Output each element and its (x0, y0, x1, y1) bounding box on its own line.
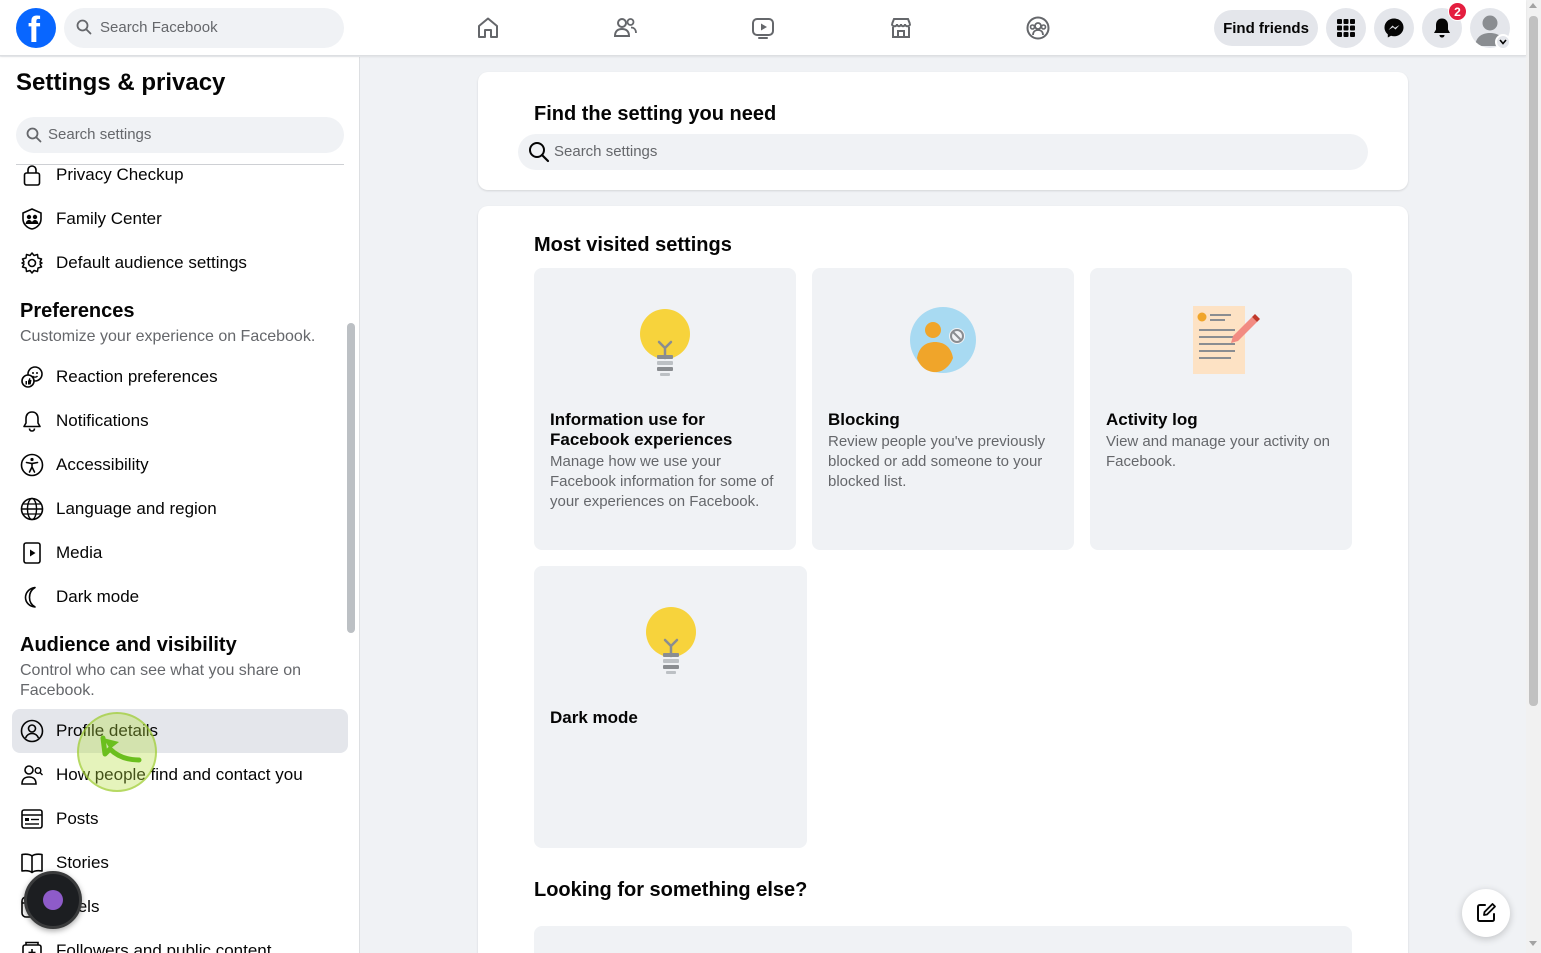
sidebar-item-language-region[interactable]: Language and region (12, 487, 348, 531)
tile-description: Review people you've previously blocked … (828, 433, 1046, 490)
tile-title: Blocking (828, 410, 900, 429)
sidebar-item-label: Default audience settings (56, 253, 247, 272)
tile-blocking[interactable]: Blocking Review people you've previously… (812, 268, 1074, 550)
settings-sidebar: Settings & privacy Search settings Priva… (0, 57, 360, 953)
search-icon (76, 19, 92, 40)
search-icon (528, 141, 550, 168)
find-setting-card: Find the setting you need Search setting… (478, 72, 1408, 190)
facebook-search-input[interactable]: Search Facebook (64, 8, 344, 48)
menu-grid-icon[interactable] (1326, 8, 1366, 48)
find-setting-title: Find the setting you need (534, 103, 777, 125)
sidebar-item-default-audience[interactable]: Default audience settings (12, 241, 348, 285)
globe-icon (20, 497, 44, 521)
sidebar-item-label: Family Center (56, 209, 162, 228)
search-placeholder: Search settings (48, 126, 152, 143)
scroll-down-arrow-icon[interactable] (1529, 941, 1537, 946)
section-subtitle-preferences: Customize your experience on Facebook. (20, 328, 316, 345)
sidebar-item-followers[interactable]: Followers and public content (12, 929, 348, 953)
compose-message-icon[interactable] (1462, 889, 1510, 937)
page-scrollbar-thumb[interactable] (1529, 16, 1538, 706)
sidebar-item-dark-mode[interactable]: Dark mode (12, 575, 348, 619)
sidebar-item-label: Stories (56, 853, 109, 872)
sidebar-item-label: Privacy Checkup (56, 165, 184, 184)
tile-activity-log[interactable]: Activity log View and manage your activi… (1090, 268, 1352, 550)
tile-title: Dark mode (550, 708, 638, 727)
more-settings-card[interactable] (534, 926, 1352, 953)
sidebar-item-label: Posts (56, 809, 99, 828)
groups-icon[interactable] (1022, 12, 1054, 44)
sidebar-item-find-contact[interactable]: How people find and contact you (12, 753, 348, 797)
sidebar-item-label: Notifications (56, 411, 149, 430)
sidebar-title: Settings & privacy (16, 69, 226, 96)
blocked-person-icon (903, 302, 983, 382)
followers-icon (20, 939, 44, 953)
sidebar-item-accessibility[interactable]: Accessibility (12, 443, 348, 487)
marketplace-icon[interactable] (885, 12, 917, 44)
section-title-preferences: Preferences (20, 300, 135, 322)
lock-icon (20, 163, 44, 187)
moon-icon (20, 585, 44, 609)
sidebar-item-label: Reaction preferences (56, 367, 218, 386)
sidebar-scrollbar[interactable] (347, 323, 355, 633)
person-add-icon (20, 763, 44, 787)
sidebar-item-profile-details[interactable]: Profile details (12, 709, 348, 753)
sidebar-item-label: Language and region (56, 499, 217, 518)
lightbulb-icon (625, 302, 705, 382)
sidebar-item-label: Followers and public content (56, 941, 272, 953)
find-friends-button[interactable]: Find friends (1214, 10, 1318, 46)
sidebar-search-input[interactable]: Search settings (16, 117, 344, 153)
activity-log-icon (1181, 302, 1261, 382)
facebook-logo[interactable]: f (16, 8, 56, 50)
tile-description: View and manage your activity on Faceboo… (1106, 433, 1331, 470)
chevron-down-icon[interactable] (1495, 34, 1511, 50)
most-visited-title: Most visited settings (534, 234, 732, 256)
reaction-icon (20, 365, 44, 389)
watch-icon[interactable] (747, 12, 779, 44)
main-search-input[interactable]: Search settings (518, 134, 1368, 170)
accessibility-icon (20, 453, 44, 477)
record-dot-icon (43, 890, 63, 910)
bell-icon (20, 409, 44, 433)
search-placeholder: Search settings (554, 143, 658, 160)
sidebar-item-label: Dark mode (56, 587, 140, 606)
search-icon (26, 127, 42, 148)
book-icon (20, 851, 44, 875)
looking-for-something-else-title: Looking for something else? (534, 879, 808, 901)
section-subtitle-audience: Control who can see what you share on Fa… (20, 662, 302, 699)
family-icon (20, 207, 44, 231)
friends-icon[interactable] (609, 12, 641, 44)
lightbulb-icon (631, 600, 711, 680)
search-placeholder: Search Facebook (100, 19, 218, 36)
cursor-arrow-icon (97, 730, 147, 775)
gear-icon (20, 251, 44, 275)
sidebar-item-media[interactable]: Media (12, 531, 348, 575)
tile-title: Information use for Facebook experiences (550, 410, 733, 449)
recorder-button[interactable] (24, 871, 82, 929)
profile-icon (20, 719, 44, 743)
posts-icon (20, 807, 44, 831)
sidebar-item-privacy-checkup[interactable]: Privacy Checkup (12, 153, 348, 197)
sidebar-item-notifications[interactable]: Notifications (12, 399, 348, 443)
notification-count-badge: 2 (1448, 2, 1467, 21)
section-title-audience: Audience and visibility (20, 634, 237, 656)
tile-title: Activity log (1106, 410, 1198, 429)
tile-dark-mode[interactable]: Dark mode (534, 566, 807, 848)
messenger-icon[interactable] (1374, 8, 1414, 48)
tile-information-use[interactable]: Information use for Facebook experiences… (534, 268, 796, 550)
sidebar-item-label: Media (56, 543, 103, 562)
home-icon[interactable] (472, 12, 504, 44)
tile-description: Manage how we use your Facebook informat… (550, 453, 774, 510)
sidebar-item-label: Accessibility (56, 455, 149, 474)
top-navigation-bar: f Search Facebook Find friends 2 (0, 0, 1526, 56)
media-icon (20, 541, 44, 565)
scroll-up-arrow-icon[interactable] (1529, 3, 1537, 8)
sidebar-item-posts[interactable]: Posts (12, 797, 348, 841)
sidebar-item-reaction-preferences[interactable]: Reaction preferences (12, 355, 348, 399)
sidebar-item-family-center[interactable]: Family Center (12, 197, 348, 241)
